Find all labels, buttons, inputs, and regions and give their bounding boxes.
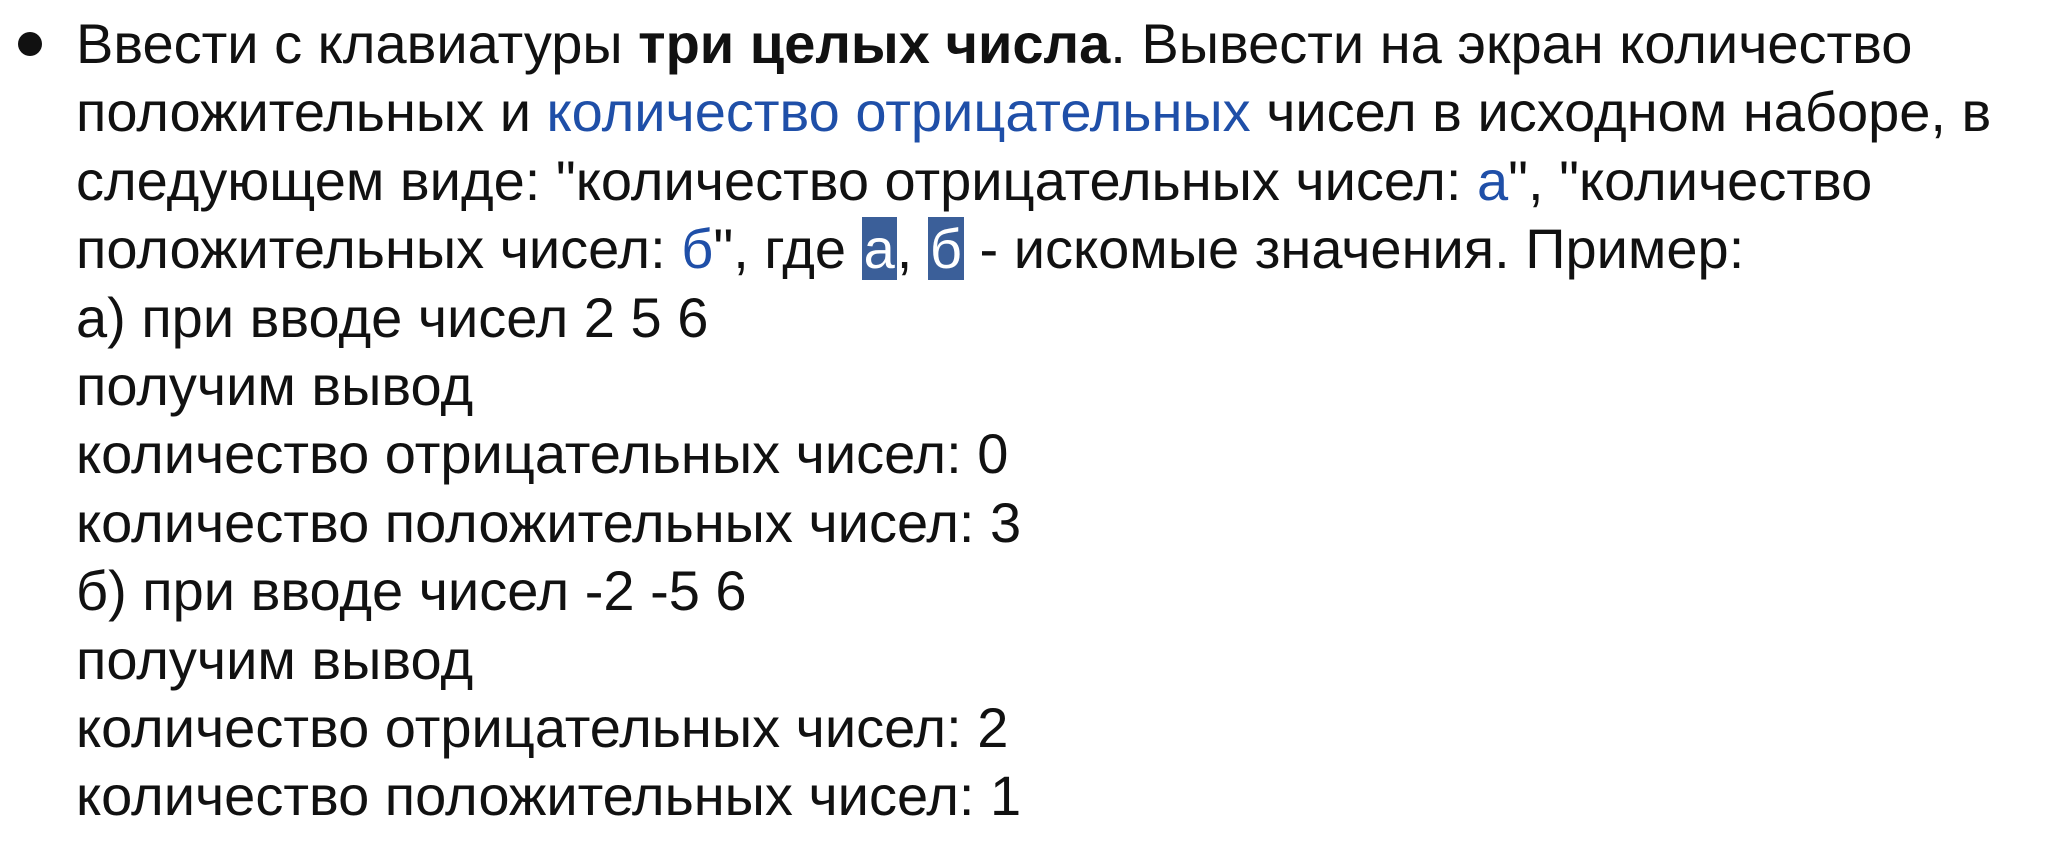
task-text-segment: следующем виде: "количество отрицательны… (76, 148, 1477, 212)
task-bold-phrase: три целых числа (638, 12, 1111, 75)
document-page: Ввести с клавиатуры три целых числа. Выв… (0, 0, 2062, 844)
task-line-2: положительных и количество отрицательных… (76, 78, 2046, 146)
task-line-4: положительных чисел: б", где а, б - иско… (76, 215, 2046, 283)
task-line-1: Ввести с клавиатуры три целых числа. Выв… (76, 10, 2046, 78)
variable-b-highlighted[interactable]: б (927, 217, 964, 281)
task-blue-phrase: количество отрицательных (546, 80, 1251, 144)
bullet-dot-icon (18, 32, 42, 56)
example-b-output-label: получим вывод (76, 627, 474, 691)
task-text: Ввести с клавиатуры три целых числа. Выв… (76, 10, 2046, 831)
task-text-segment: ", "количество (1508, 148, 1873, 212)
example-b-negative-count: количество отрицательных чисел: 2 (76, 695, 1009, 759)
task-text-segment: . Вывести на экран количество (1110, 12, 1913, 75)
task-line-3: следующем виде: "количество отрицательны… (76, 147, 2046, 215)
variable-a-highlighted[interactable]: а (861, 217, 897, 281)
task-text-segment: положительных чисел: (76, 217, 682, 281)
example-a-positive-count: количество положительных чисел: 3 (76, 490, 1022, 554)
example-b-input: б) при вводе чисел -2 -5 6 (76, 559, 747, 623)
task-text-segment: ", где (713, 217, 862, 281)
task-text-segment: чисел в исходном наборе, в (1250, 80, 1992, 144)
task-text-segment: , (896, 217, 928, 281)
variable-a-blue: а (1476, 148, 1509, 212)
task-text-segment: Ввести с клавиатуры (76, 12, 639, 75)
example-b-positive-count: количество положительных чисел: 1 (76, 764, 1022, 828)
task-text-segment: положительных и (76, 80, 547, 144)
task-text-segment: - искомые значения. Пример: (963, 217, 1745, 281)
variable-b-blue: б (681, 217, 714, 281)
example-a-output-label: получим вывод (76, 353, 474, 417)
example-a-input: а) при вводе чисел 2 5 6 (76, 285, 709, 349)
example-a-negative-count: количество отрицательных чисел: 0 (76, 422, 1009, 486)
